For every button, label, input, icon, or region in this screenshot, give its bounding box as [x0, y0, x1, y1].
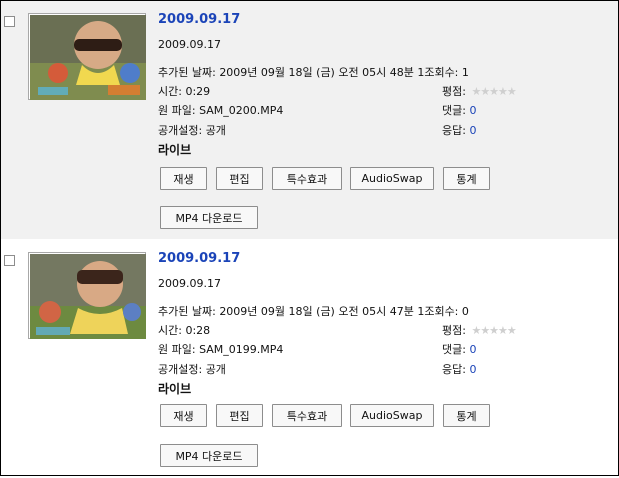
responses-label: 응답: — [442, 124, 466, 137]
privacy-row: 공개설정: 공개 — [158, 361, 226, 377]
source-row: 원 파일: SAM_0199.MP4 — [158, 341, 283, 357]
video-item: 2009.09.17 2009.09.17 추가된 날짜: 2009년 09월 … — [1, 240, 618, 478]
privacy-value: 공개 — [205, 363, 226, 376]
rating-row: 평점: ★★★★★ — [442, 83, 517, 99]
play-button[interactable]: 재생 — [160, 404, 207, 427]
video-thumbnail[interactable] — [28, 13, 146, 100]
source-value: SAM_0200.MP4 — [199, 104, 284, 117]
effects-button[interactable]: 특수효과 — [272, 404, 342, 427]
mp4-download-button[interactable]: MP4 다운로드 — [160, 206, 258, 229]
stats-button[interactable]: 통계 — [443, 404, 490, 427]
views-value: 0 — [461, 305, 469, 318]
audioswap-button[interactable]: AudioSwap — [350, 167, 434, 190]
views-label: 1조회수: — [417, 305, 459, 318]
stats-button[interactable]: 통계 — [443, 167, 490, 190]
comments-link[interactable]: 0 — [469, 343, 476, 356]
duration-value: 0:28 — [185, 324, 211, 337]
responses-link[interactable]: 0 — [469, 363, 476, 376]
video-thumbnail[interactable] — [28, 252, 146, 339]
status-text: 라이브 — [158, 143, 192, 157]
rating-label: 평점: — [442, 324, 466, 337]
responses-link[interactable]: 0 — [469, 124, 476, 137]
added-label: 추가된 날짜: — [158, 305, 216, 318]
source-row: 원 파일: SAM_0200.MP4 — [158, 102, 283, 118]
duration-label: 시간: — [158, 324, 182, 337]
video-title[interactable]: 2009.09.17 — [158, 12, 240, 27]
added-value: 2009년 09월 18일 (금) 오전 05시 48분 — [219, 66, 414, 79]
privacy-label: 공개설정: — [158, 124, 203, 137]
audioswap-button[interactable]: AudioSwap — [350, 404, 434, 427]
comments-label: 댓글: — [442, 104, 466, 117]
video-description: 2009.09.17 — [158, 38, 221, 51]
duration-value: 0:29 — [185, 85, 211, 98]
video-title[interactable]: 2009.09.17 — [158, 251, 240, 266]
effects-button[interactable]: 특수효과 — [272, 167, 342, 190]
source-label: 원 파일: — [158, 343, 196, 356]
play-button[interactable]: 재생 — [160, 167, 207, 190]
added-label: 추가된 날짜: — [158, 66, 216, 79]
status-text: 라이브 — [158, 382, 192, 396]
privacy-label: 공개설정: — [158, 363, 203, 376]
select-checkbox[interactable] — [4, 255, 15, 266]
mp4-download-button[interactable]: MP4 다운로드 — [160, 444, 258, 467]
added-row: 추가된 날짜: 2009년 09월 18일 (금) 오전 05시 47분 1조회… — [158, 303, 469, 319]
video-item: 2009.09.17 2009.09.17 추가된 날짜: 2009년 09월 … — [1, 1, 618, 239]
thumbnail-image — [30, 15, 146, 100]
duration-row: 시간: 0:29 — [158, 83, 210, 99]
added-row: 추가된 날짜: 2009년 09월 18일 (금) 오전 05시 48분 1조회… — [158, 64, 469, 80]
rating-label: 평점: — [442, 85, 466, 98]
rating-row: 평점: ★★★★★ — [442, 322, 517, 338]
responses-label: 응답: — [442, 363, 466, 376]
duration-label: 시간: — [158, 85, 182, 98]
source-label: 원 파일: — [158, 104, 196, 117]
responses-row: 응답: 0 — [442, 361, 476, 377]
rating-stars-icon: ★★★★★ — [471, 85, 516, 98]
duration-row: 시간: 0:28 — [158, 322, 210, 338]
comments-row: 댓글: 0 — [442, 341, 476, 357]
source-value: SAM_0199.MP4 — [199, 343, 284, 356]
select-checkbox[interactable] — [4, 16, 15, 27]
views-value: 1 — [461, 66, 469, 79]
thumbnail-image — [30, 254, 146, 339]
responses-row: 응답: 0 — [442, 122, 476, 138]
edit-button[interactable]: 편집 — [216, 404, 263, 427]
edit-button[interactable]: 편집 — [216, 167, 263, 190]
video-description: 2009.09.17 — [158, 277, 221, 290]
comments-link[interactable]: 0 — [469, 104, 476, 117]
views-label: 1조회수: — [417, 66, 459, 79]
comments-row: 댓글: 0 — [442, 102, 476, 118]
privacy-value: 공개 — [205, 124, 226, 137]
added-value: 2009년 09월 18일 (금) 오전 05시 47분 — [219, 305, 414, 318]
rating-stars-icon: ★★★★★ — [471, 324, 516, 337]
comments-label: 댓글: — [442, 343, 466, 356]
privacy-row: 공개설정: 공개 — [158, 122, 226, 138]
